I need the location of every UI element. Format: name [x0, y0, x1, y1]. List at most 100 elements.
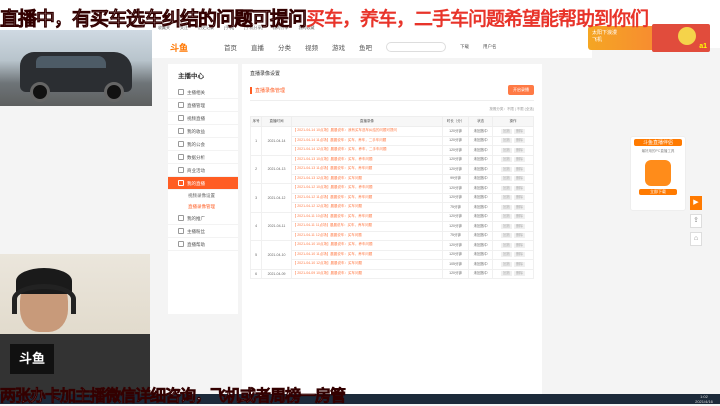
- delete-button[interactable]: 删除: [514, 271, 526, 277]
- recording-title-link[interactable]: 【 2021-04-14 11点场】晨晨说车：买车，养车，二手车问题: [290, 135, 444, 146]
- recording-status: 未回放中: [468, 164, 494, 175]
- table-row: 【 2021-04-14 12点场】晨晨说车：买车，养车，二手车问题 120分钟未…: [251, 145, 534, 156]
- user-name[interactable]: 用户名: [483, 44, 497, 50]
- sidebar-item[interactable]: 商业活动: [168, 164, 238, 177]
- nav-item-home[interactable]: 首页: [224, 42, 237, 52]
- pip-text: a1: [699, 43, 707, 50]
- row-actions: 回放 删除: [492, 135, 534, 146]
- share-icon[interactable]: ⇪: [690, 214, 702, 228]
- recording-title-link[interactable]: 【 2021-04-10 10点场】晨晨说车：买车，养车问题: [290, 240, 444, 251]
- replay-button[interactable]: 回放: [501, 214, 513, 220]
- recording-title-link[interactable]: 【 2021-04-13 12点场】晨晨说车：买车问题: [290, 173, 444, 184]
- delete-button[interactable]: 删除: [514, 252, 526, 258]
- filter-text[interactable]: 按照分类：不限 | 不限 (全选): [250, 107, 534, 112]
- row-index: 2: [249, 154, 263, 184]
- replay-button[interactable]: 回放: [501, 138, 513, 144]
- delete-button[interactable]: 删除: [514, 166, 526, 172]
- tray-date: 2021/4/16: [695, 399, 713, 404]
- delete-button[interactable]: 删除: [514, 233, 526, 239]
- nav-item-fishbar[interactable]: 鱼吧: [359, 42, 372, 52]
- tab-recording-manage[interactable]: 直播录像管理: [250, 86, 285, 94]
- recording-title-link[interactable]: 【 2021-04-14 12点场】晨晨说车：买车，养车，二手车问题: [290, 145, 444, 156]
- recording-duration: 120分钟: [442, 221, 470, 232]
- play-icon[interactable]: ▶: [690, 196, 702, 210]
- row-actions: 回放 删除: [492, 249, 534, 260]
- replay-button[interactable]: 回放: [501, 185, 513, 191]
- delete-button[interactable]: 删除: [514, 204, 526, 210]
- nav-item-video[interactable]: 视频: [305, 42, 318, 52]
- recording-title-link[interactable]: 【 2021-04-11 10点场】晨晨说车：买车，养车问题: [290, 211, 444, 222]
- row-index: 5: [249, 240, 263, 270]
- sidebar-subitem[interactable]: 视频录像设置: [168, 190, 238, 201]
- recording-duration: 120分钟: [442, 126, 470, 137]
- delete-button[interactable]: 删除: [514, 185, 526, 191]
- nav-item-live[interactable]: 直播: [251, 42, 264, 52]
- recording-title-link[interactable]: 【 2021-04-09 10点场】晨晨说车：买车问题: [290, 268, 444, 279]
- sidebar-item[interactable]: 我的公会: [168, 138, 238, 151]
- delete-button[interactable]: 删除: [514, 195, 526, 201]
- sidebar-item-icon: [178, 141, 184, 147]
- delete-button[interactable]: 删除: [514, 176, 526, 182]
- replay-button[interactable]: 回放: [501, 147, 513, 153]
- sidebar-item[interactable]: 直播帮助: [168, 238, 238, 251]
- page-title: 直播录像设置: [250, 71, 281, 77]
- recording-status: 未回放中: [468, 135, 494, 146]
- recording-title-link[interactable]: 【 2021-04-14 10点场】晨晨说车：我有买车选车纠结的问题可提问: [290, 126, 444, 137]
- sidebar-item[interactable]: 视频直播: [168, 112, 238, 125]
- nav-item-category[interactable]: 分类: [278, 42, 291, 52]
- download-link[interactable]: 下载: [460, 44, 469, 50]
- sidebar-item-label: 视频直播: [187, 115, 205, 121]
- sidebar-subitem[interactable]: 直播录像管理: [168, 201, 238, 212]
- delete-button[interactable]: 删除: [514, 242, 526, 248]
- douyu-logo[interactable]: 斗鱼: [170, 41, 210, 54]
- replay-button[interactable]: 回放: [501, 204, 513, 210]
- replay-button[interactable]: 回放: [501, 166, 513, 172]
- home-icon[interactable]: ⌂: [690, 232, 702, 246]
- sidebar-item[interactable]: 主播粉丝: [168, 225, 238, 238]
- delete-button[interactable]: 删除: [514, 261, 526, 267]
- recording-title-link[interactable]: 【 2021-04-12 11点场】晨晨说车：买车，养车问题: [290, 192, 444, 203]
- sidebar-item[interactable]: 我的收益: [168, 125, 238, 138]
- sidebar-item[interactable]: 我的推广: [168, 212, 238, 225]
- recording-title-link[interactable]: 【 2021-04-10 12点场】晨晨说车：买车问题: [290, 259, 444, 270]
- replay-button[interactable]: 回放: [501, 271, 513, 277]
- nav-item-game[interactable]: 游戏: [332, 42, 345, 52]
- recording-duration: 120分钟: [442, 192, 470, 203]
- enable-recording-button[interactable]: 开启录播: [508, 85, 534, 95]
- delete-button[interactable]: 删除: [514, 214, 526, 220]
- sidebar-item[interactable]: 我的直播: [168, 177, 238, 190]
- recording-title-link[interactable]: 【 2021-04-11 12点场】晨晨说车：买车问题: [290, 230, 444, 241]
- replay-button[interactable]: 回放: [501, 157, 513, 163]
- replay-button[interactable]: 回放: [501, 176, 513, 182]
- replay-button[interactable]: 回放: [501, 233, 513, 239]
- sidebar-item-label: 商业活动: [187, 167, 205, 173]
- sidebar-item[interactable]: 数据分析: [168, 151, 238, 164]
- panel-download-button[interactable]: 立即下载: [639, 189, 677, 195]
- recording-title-link[interactable]: 【 2021-04-11 11点场】晨晨说车：买车，养车问题: [290, 221, 444, 232]
- replay-button[interactable]: 回放: [501, 261, 513, 267]
- delete-button[interactable]: 删除: [514, 138, 526, 144]
- recording-title-link[interactable]: 【 2021-04-12 12点场】晨晨说车：买车问题: [290, 202, 444, 213]
- recording-title-link[interactable]: 【 2021-04-10 11点场】晨晨说车：买车，养车问题: [290, 249, 444, 260]
- recording-duration: 120分钟: [442, 135, 470, 146]
- recording-title-link[interactable]: 【 2021-04-12 10点场】晨晨说车：买车，养车问题: [290, 183, 444, 194]
- recording-status: 未回放中: [468, 202, 494, 213]
- row-actions: 回放 删除: [492, 240, 534, 251]
- delete-button[interactable]: 删除: [514, 157, 526, 163]
- row-actions: 回放 删除: [492, 126, 534, 137]
- replay-button[interactable]: 回放: [501, 242, 513, 248]
- table-row: 4 2021-04-11 【 2021-04-11 10点场】晨晨说车：买车，养车问…: [249, 211, 534, 241]
- recording-title-link[interactable]: 【 2021-04-13 11点场】晨晨说车：买车，养车问题: [290, 164, 444, 175]
- overlay-top-white: 直播中，有买车选车纠结的问题可提问: [0, 8, 307, 31]
- search-input[interactable]: [386, 42, 446, 52]
- delete-button[interactable]: 删除: [514, 147, 526, 153]
- sidebar-item[interactable]: 直播管理: [168, 99, 238, 112]
- sidebar-item[interactable]: 主播相关: [168, 86, 238, 99]
- delete-button[interactable]: 删除: [514, 128, 526, 134]
- recording-title-link[interactable]: 【 2021-04-13 10点场】晨晨说车：买车，养车问题: [290, 154, 444, 165]
- delete-button[interactable]: 删除: [514, 223, 526, 229]
- replay-button[interactable]: 回放: [501, 195, 513, 201]
- replay-button[interactable]: 回放: [501, 223, 513, 229]
- replay-button[interactable]: 回放: [501, 128, 513, 134]
- replay-button[interactable]: 回放: [501, 252, 513, 258]
